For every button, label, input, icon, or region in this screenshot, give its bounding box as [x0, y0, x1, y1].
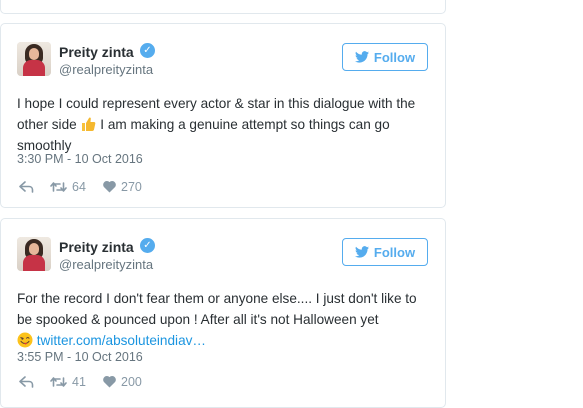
retweet-count: 64 [72, 180, 86, 194]
twitter-bird-icon [354, 246, 369, 258]
tweet-text-part: For the record I don't fear them or anyo… [17, 291, 417, 327]
like-count: 200 [121, 375, 142, 389]
retweet-count: 41 [72, 375, 86, 389]
author-handle[interactable]: @realpreityzinta [59, 257, 153, 272]
retweet-icon [50, 377, 67, 387]
thumbs-up-emoji-icon [82, 117, 96, 131]
tweet-text: For the record I don't fear them or anyo… [17, 288, 422, 351]
reply-button[interactable] [19, 181, 50, 193]
winking-tongue-emoji-icon [17, 332, 33, 348]
follow-label: Follow [373, 49, 416, 65]
retweet-icon [50, 182, 67, 192]
follow-button[interactable]: Follow [342, 238, 428, 266]
author-name[interactable]: Preity zinta [59, 239, 134, 255]
tweet-timestamp[interactable]: 3:30 PM - 10 Oct 2016 [17, 152, 143, 166]
follow-label: Follow [373, 244, 416, 260]
previous-tweet-card [0, 0, 446, 14]
reply-icon [19, 181, 34, 193]
like-count: 270 [121, 180, 142, 194]
reply-icon [19, 376, 34, 388]
like-button[interactable]: 200 [103, 375, 142, 389]
tweet-card: Preity zinta ✓ @realpreityzinta Follow F… [0, 218, 446, 408]
tweet-card: Preity zinta ✓ @realpreityzinta Follow I… [0, 23, 446, 208]
tweet-link[interactable]: twitter.com/absoluteindiav… [37, 333, 206, 348]
tweet-actions: 64 270 [19, 179, 142, 195]
author-name[interactable]: Preity zinta [59, 44, 134, 60]
like-button[interactable]: 270 [103, 180, 142, 194]
twitter-bird-icon [354, 51, 369, 63]
verified-badge-icon: ✓ [140, 238, 155, 253]
avatar[interactable] [17, 237, 51, 271]
heart-icon [103, 376, 116, 388]
avatar[interactable] [17, 42, 51, 76]
reply-button[interactable] [19, 376, 50, 388]
retweet-button[interactable]: 64 [50, 180, 103, 194]
author-handle[interactable]: @realpreityzinta [59, 62, 153, 77]
heart-icon [103, 181, 116, 193]
tweet-text: I hope I could represent every actor & s… [17, 93, 422, 156]
tweet-actions: 41 200 [19, 374, 142, 390]
retweet-button[interactable]: 41 [50, 375, 103, 389]
tweet-timestamp[interactable]: 3:55 PM - 10 Oct 2016 [17, 350, 143, 364]
follow-button[interactable]: Follow [342, 43, 428, 71]
verified-badge-icon: ✓ [140, 43, 155, 58]
